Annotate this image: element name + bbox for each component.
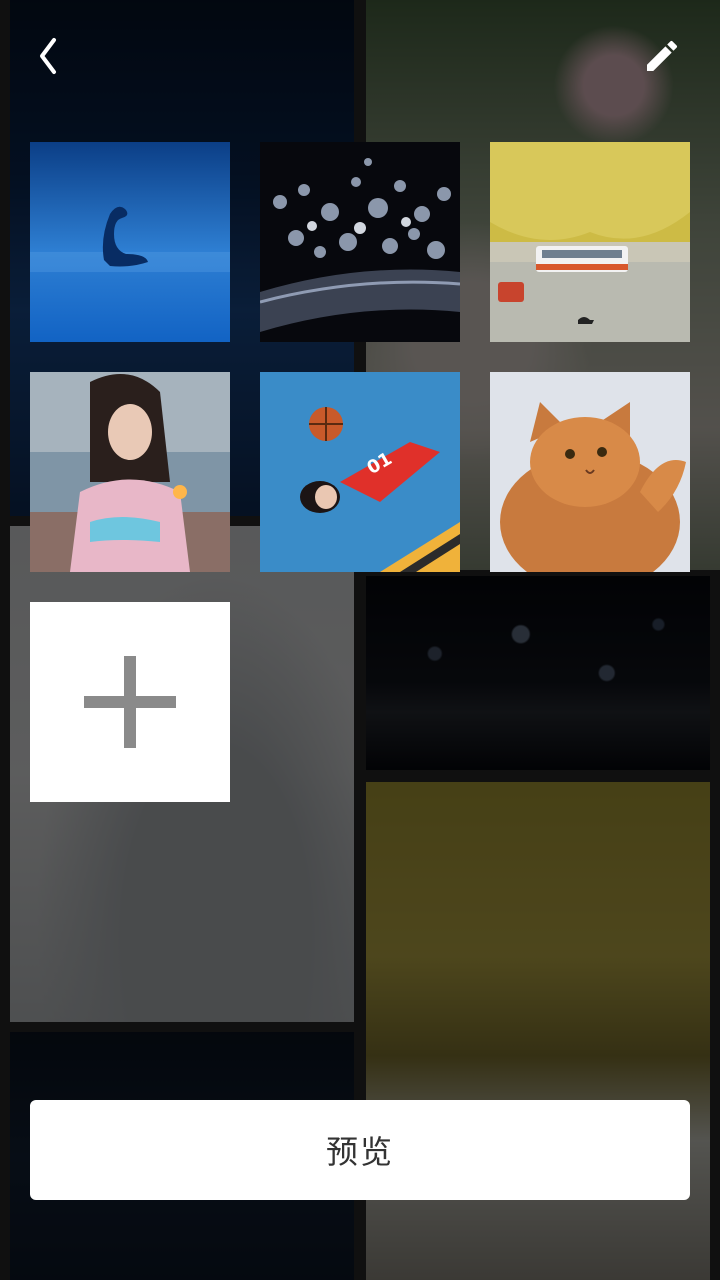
chevron-left-icon — [40, 38, 56, 74]
pencil-icon — [647, 40, 678, 71]
bokeh-photo — [260, 142, 460, 342]
plus-icon — [84, 656, 176, 748]
orange-cat-photo — [490, 372, 690, 572]
street-photo — [490, 142, 690, 342]
photo-picker-screen: 01 预览 — [0, 0, 720, 1280]
photo-thumbnail[interactable] — [30, 372, 230, 572]
back-button[interactable] — [24, 28, 72, 84]
photo-thumbnail[interactable] — [260, 142, 460, 342]
swan-photo — [30, 142, 230, 342]
photo-thumbnail[interactable]: 01 — [260, 372, 460, 572]
preview-button-label: 预览 — [325, 1133, 394, 1171]
photo-thumbnail[interactable] — [490, 142, 690, 342]
photo-thumbnail[interactable] — [30, 142, 230, 342]
edit-button[interactable] — [636, 30, 688, 82]
girl-sparkler-photo — [30, 372, 230, 572]
preview-button[interactable]: 预览 — [30, 1100, 690, 1200]
photo-thumbnail[interactable] — [490, 372, 690, 572]
add-photo-button[interactable] — [30, 602, 230, 802]
girl-basketball-photo: 01 — [260, 372, 460, 572]
